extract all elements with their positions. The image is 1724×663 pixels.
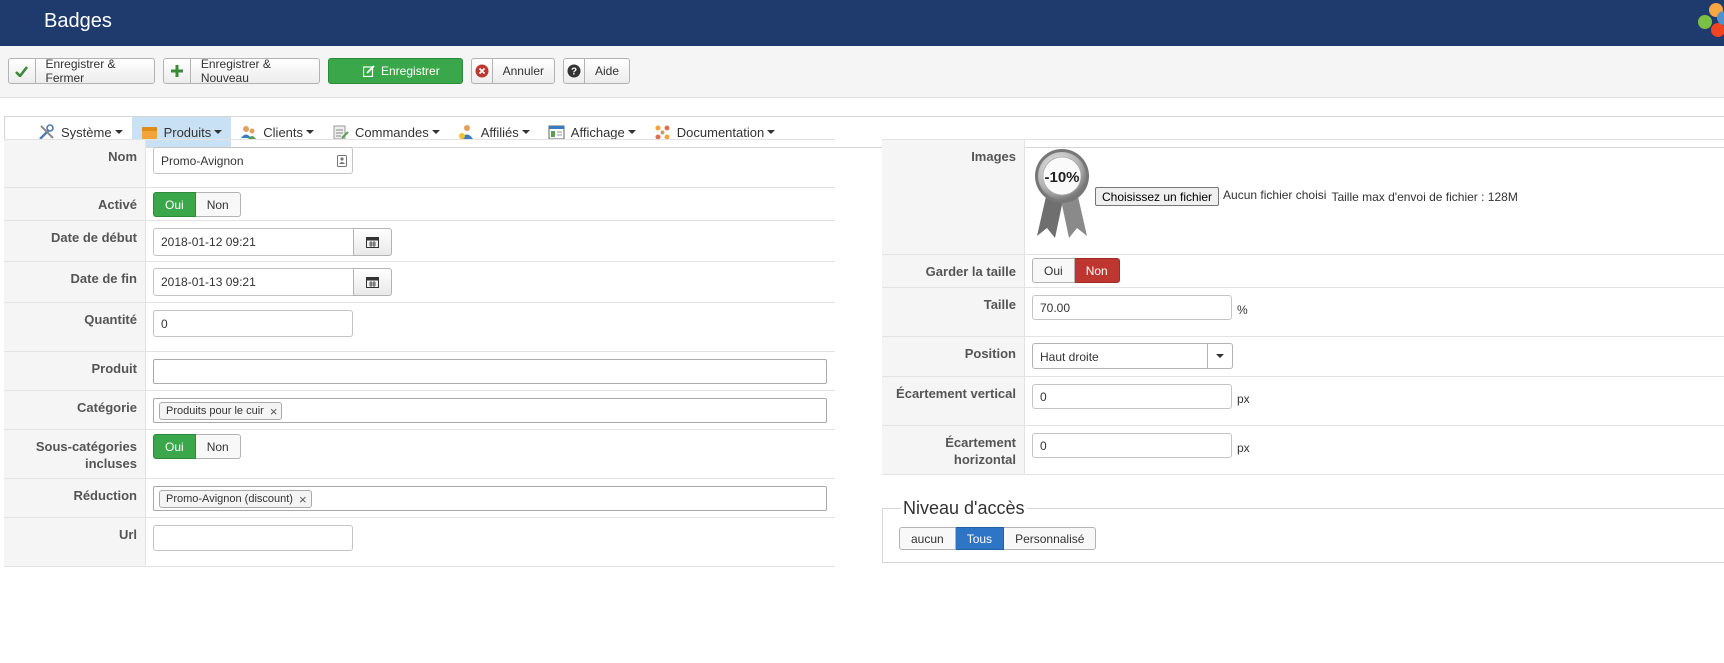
- access-option-tous[interactable]: Tous: [955, 527, 1005, 550]
- sous-categories-yes-option[interactable]: Oui: [153, 434, 196, 459]
- help-button[interactable]: ? Aide: [563, 58, 630, 84]
- date-fin-input[interactable]: [153, 268, 354, 296]
- save-close-button[interactable]: Enregistrer & Fermer: [8, 57, 155, 85]
- choose-file-button[interactable]: Choisissez un fichier: [1095, 187, 1220, 206]
- check-icon: [9, 59, 36, 83]
- row-categorie: Catégorie Produits pour le cuir ×: [4, 391, 835, 430]
- users-icon: [241, 125, 257, 139]
- produit-select[interactable]: [153, 359, 827, 384]
- active-yes-option[interactable]: Oui: [153, 192, 196, 217]
- nom-input[interactable]: [153, 147, 353, 174]
- access-option-aucun[interactable]: aucun: [899, 527, 956, 550]
- row-active: Activé Oui Non: [4, 188, 835, 221]
- calendar-icon: [366, 237, 379, 248]
- image-file-picker: Choisissez un fichier Aucun fichier choi…: [1095, 187, 1518, 206]
- reduction-tag: Promo-Avignon (discount) ×: [159, 490, 312, 508]
- garder-taille-yes-option[interactable]: Oui: [1032, 258, 1075, 283]
- row-quantite: Quantité: [4, 303, 835, 352]
- categorie-select[interactable]: Produits pour le cuir ×: [153, 398, 827, 423]
- sous-categories-toggle: Oui Non: [153, 434, 241, 459]
- reduction-select[interactable]: Promo-Avignon (discount) ×: [153, 486, 827, 511]
- active-no-option[interactable]: Non: [195, 192, 241, 217]
- taille-input[interactable]: [1032, 295, 1232, 320]
- access-level-group: aucun Tous Personnalisé: [899, 527, 1097, 550]
- documentation-icon: [655, 125, 670, 139]
- app-header: Badges: [0, 0, 1724, 46]
- question-circle-icon: ?: [564, 59, 585, 83]
- joomla-logo-icon: [1698, 3, 1724, 37]
- orders-icon: [333, 125, 349, 139]
- cancel-circle-icon: [472, 59, 493, 83]
- garder-taille-no-option[interactable]: Non: [1074, 258, 1120, 283]
- badge-ribbon-image: -10%: [1035, 149, 1089, 238]
- taille-unit: %: [1237, 303, 1248, 317]
- max-size-text: Taille max d'envoi de fichier : 128M: [1331, 189, 1518, 204]
- row-position: Position Haut droite: [882, 337, 1724, 377]
- save-button[interactable]: Enregistrer: [328, 58, 463, 84]
- garder-taille-toggle: Oui Non: [1032, 258, 1120, 283]
- position-select[interactable]: Haut droite: [1032, 343, 1233, 369]
- row-images: Images -10% Choisissez un fichier Aucun …: [882, 139, 1724, 255]
- ecart-horizontal-unit: px: [1237, 441, 1250, 455]
- row-reduction: Réduction Promo-Avignon (discount) ×: [4, 479, 835, 518]
- access-level-legend: Niveau d'accès: [901, 498, 1027, 519]
- box-icon: [141, 126, 157, 139]
- row-date-fin: Date de fin: [4, 262, 835, 303]
- remove-tag-icon[interactable]: ×: [299, 492, 307, 507]
- chevron-down-icon: [1207, 344, 1232, 368]
- sous-categories-no-option[interactable]: Non: [195, 434, 241, 459]
- row-produit: Produit: [4, 352, 835, 391]
- access-option-personnalise[interactable]: Personnalisé: [1004, 527, 1097, 550]
- categorie-tag: Produits pour le cuir ×: [159, 402, 283, 420]
- no-file-text: Aucun fichier choisi: [1223, 187, 1327, 202]
- cancel-button[interactable]: Annuler: [471, 58, 555, 84]
- affiliates-icon: [458, 124, 473, 139]
- row-ecart-vertical: Écartement vertical px: [882, 377, 1724, 426]
- row-date-debut: Date de début: [4, 221, 835, 262]
- ecart-horizontal-input[interactable]: [1032, 433, 1232, 458]
- plus-icon: [164, 59, 191, 83]
- calendar-icon: [366, 277, 379, 288]
- row-url: Url: [4, 518, 835, 567]
- badge-label-text: -10%: [1044, 169, 1079, 186]
- url-input[interactable]: [153, 525, 353, 551]
- edit-icon: [329, 59, 379, 83]
- page-title: Badges: [44, 10, 112, 32]
- contact-card-icon: [337, 155, 347, 167]
- row-garder-taille: Garder la taille Oui Non: [882, 255, 1724, 288]
- row-ecart-horizontal: Écartement horizontal px: [882, 426, 1724, 475]
- display-icon: [548, 125, 565, 139]
- row-sous-categories: Sous-catégories incluses Oui Non: [4, 430, 835, 479]
- date-fin-calendar-button[interactable]: [353, 268, 392, 296]
- svg-text:?: ?: [571, 67, 577, 78]
- row-nom: Nom: [4, 139, 835, 188]
- ecart-vertical-unit: px: [1237, 392, 1250, 406]
- quantite-input[interactable]: [153, 310, 353, 337]
- remove-tag-icon[interactable]: ×: [270, 404, 278, 419]
- row-taille: Taille %: [882, 288, 1724, 337]
- ecart-vertical-input[interactable]: [1032, 384, 1232, 409]
- tools-icon: [39, 123, 54, 140]
- toolbar: Enregistrer & Fermer Enregistrer & Nouve…: [0, 46, 1724, 98]
- date-debut-calendar-button[interactable]: [353, 228, 392, 256]
- save-new-button[interactable]: Enregistrer & Nouveau: [163, 57, 320, 85]
- active-toggle: Oui Non: [153, 192, 241, 217]
- date-debut-input[interactable]: [153, 228, 354, 256]
